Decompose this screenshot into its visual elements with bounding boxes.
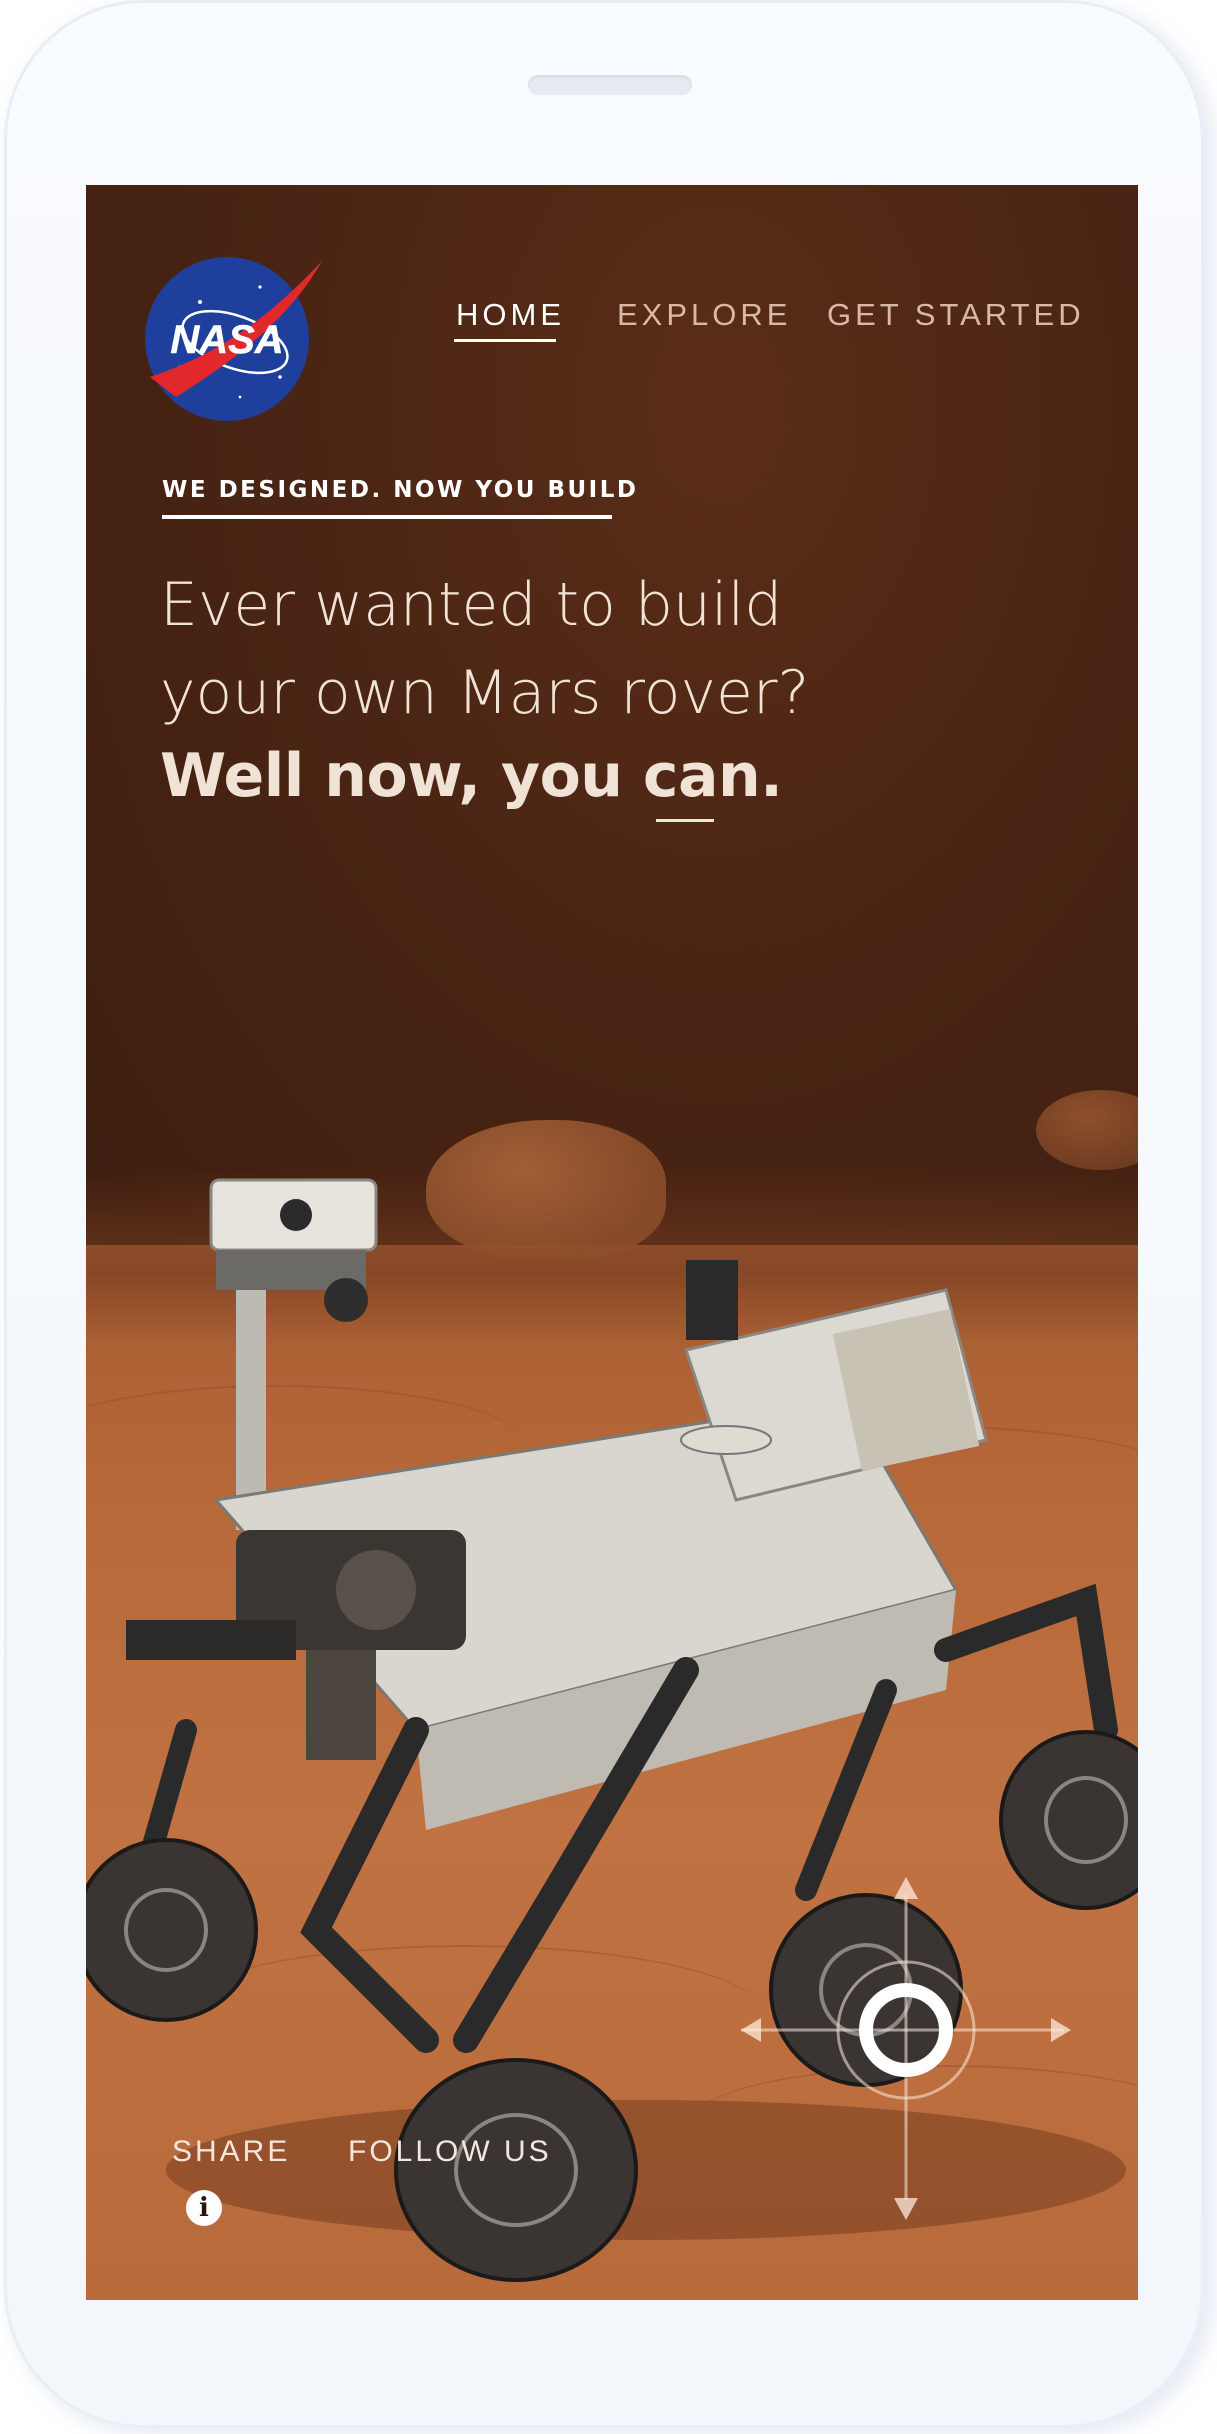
nav-home-underline [454, 339, 556, 342]
nasa-logo[interactable]: NASA [140, 247, 330, 427]
nav-get-started[interactable]: GET STARTED [827, 297, 1085, 333]
hero-tagline: Well now, you can. [160, 741, 783, 811]
hero-headline: Ever wanted to build your own Mars rover… [160, 561, 809, 737]
hero-line-2: your own Mars rover? [160, 658, 810, 728]
directional-pad-icon[interactable] [726, 1855, 1086, 2235]
share-link[interactable]: SHARE [172, 2135, 290, 2169]
info-icon[interactable]: i [186, 2190, 222, 2226]
app-screen: NASA HOME EXPLORE GET STARTED WE DESIGNE… [86, 185, 1138, 2300]
phone-frame: NASA HOME EXPLORE GET STARTED WE DESIGNE… [4, 0, 1204, 2428]
hero-kicker: WE DESIGNED. NOW YOU BUILD [162, 477, 639, 503]
nav-explore[interactable]: EXPLORE [617, 297, 791, 333]
phone-speaker [528, 75, 692, 95]
nav-home[interactable]: HOME [456, 297, 565, 333]
logo-text: NASA [170, 318, 283, 362]
hero-tagline-underline [656, 819, 714, 822]
follow-us-link[interactable]: FOLLOW US [348, 2135, 552, 2169]
hero-line-1: Ever wanted to build [160, 570, 783, 640]
hero-kicker-underline [162, 515, 612, 519]
